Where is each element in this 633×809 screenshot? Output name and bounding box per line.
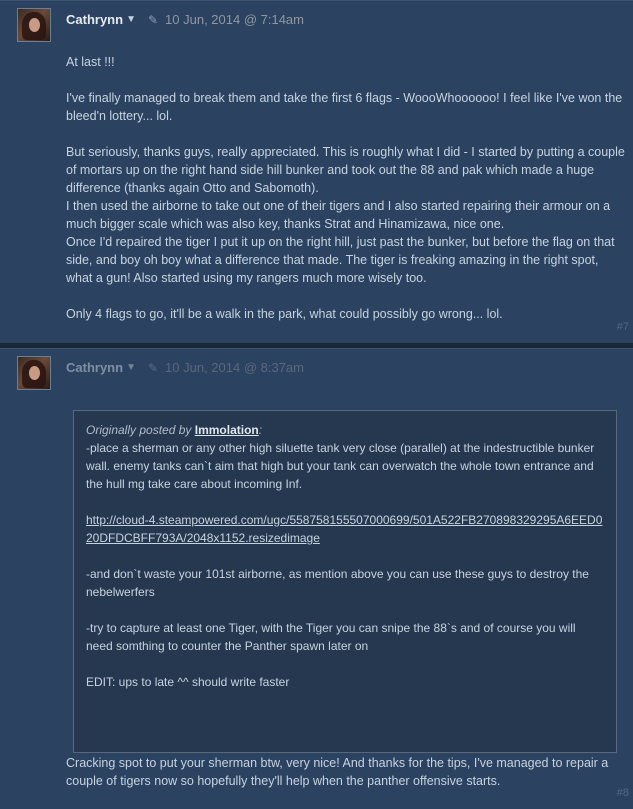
quote-line: -place a sherman or any other high silue… xyxy=(86,441,595,491)
avatar-face xyxy=(29,366,40,380)
forum-post: Cathrynn ▼ ✎ 10 Jun, 2014 @ 8:37am Origi… xyxy=(0,348,633,809)
quote-origin-prefix: Originally posted by xyxy=(86,423,192,437)
author-name[interactable]: Cathrynn xyxy=(66,12,123,27)
post-date: 10 Jun, 2014 @ 8:37am xyxy=(165,360,304,375)
post-paragraph: Cracking spot to put your sherman btw, v… xyxy=(66,756,609,788)
post-paragraph: I then used the airborne to take out one… xyxy=(66,199,611,231)
post-paragraph: I've finally managed to break them and t… xyxy=(66,91,623,123)
post-number[interactable]: #8 xyxy=(617,787,629,799)
chevron-down-icon[interactable]: ▼ xyxy=(126,362,136,373)
avatar-face xyxy=(29,18,40,32)
post-header: Cathrynn ▼ ✎ 10 Jun, 2014 @ 8:37am xyxy=(66,360,304,375)
chevron-down-icon[interactable]: ▼ xyxy=(126,14,136,25)
post-paragraph: At last !!! xyxy=(66,55,115,69)
avatar[interactable] xyxy=(17,8,51,42)
forum-post: Cathrynn ▼ ✎ 10 Jun, 2014 @ 7:14am At la… xyxy=(0,0,633,343)
quote-line: -and don`t waste your 101st airborne, as… xyxy=(86,567,589,599)
quote-author-link[interactable]: Immolation xyxy=(195,423,259,437)
post-paragraph: But seriously, thanks guys, really appre… xyxy=(66,145,625,195)
avatar[interactable] xyxy=(17,356,51,390)
quote-block: Originally posted by Immolation: -place … xyxy=(73,410,617,753)
quote-line: EDIT: ups to late ^^ should write faster xyxy=(86,675,290,689)
quote-origin: Originally posted by Immolation: xyxy=(86,421,604,439)
post-paragraph: Once I'd repaired the tiger I put it up … xyxy=(66,235,615,285)
quote-link[interactable]: http://cloud-4.steampowered.com/ugc/5587… xyxy=(86,513,602,545)
edit-icon: ✎ xyxy=(147,360,159,375)
post-paragraph: Only 4 flags to go, it'll be a walk in t… xyxy=(66,307,503,321)
post-body: At last !!! I've finally managed to brea… xyxy=(66,53,626,323)
post-number[interactable]: #7 xyxy=(617,321,629,333)
quote-origin-suffix: : xyxy=(258,423,263,437)
author-name[interactable]: Cathrynn xyxy=(66,360,123,375)
post-header: Cathrynn ▼ ✎ 10 Jun, 2014 @ 7:14am xyxy=(66,12,304,27)
post-body: Cracking spot to put your sherman btw, v… xyxy=(66,754,626,790)
post-date: 10 Jun, 2014 @ 7:14am xyxy=(165,12,304,27)
quote-line: -try to capture at least one Tiger, with… xyxy=(86,621,576,653)
edit-icon: ✎ xyxy=(147,12,159,27)
